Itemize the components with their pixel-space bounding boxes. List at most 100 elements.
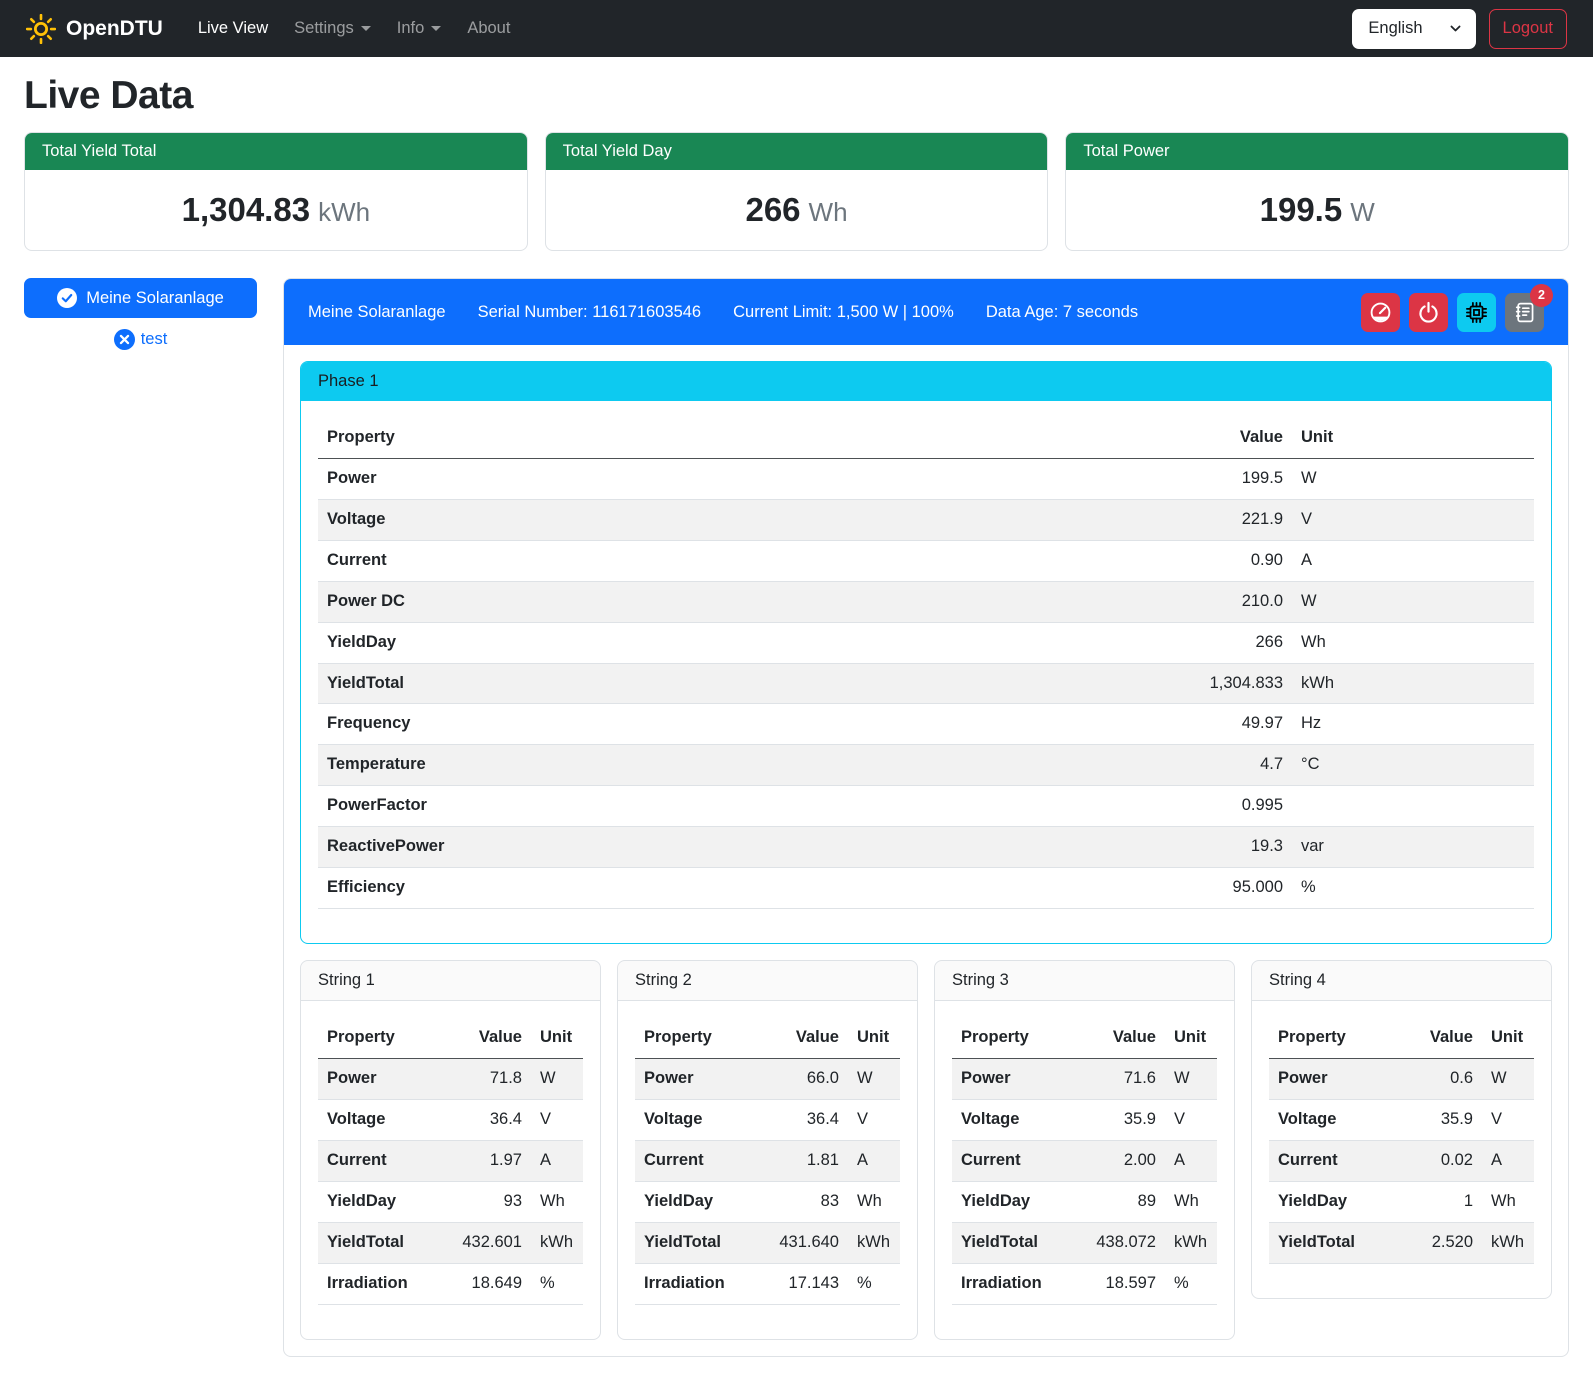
row-unit: var xyxy=(1292,827,1534,868)
table-row: Irradiation 17.143 % xyxy=(635,1263,900,1304)
table-row: Efficiency 95.000 % xyxy=(318,868,1534,909)
row-property: ReactivePower xyxy=(318,827,1170,868)
limit-settings-button[interactable] xyxy=(1361,293,1400,332)
row-property: Voltage xyxy=(1269,1099,1390,1140)
row-unit: V xyxy=(1292,499,1534,540)
inverter-card: Meine Solaranlage Serial Number: 1161716… xyxy=(283,278,1569,1357)
power-button[interactable] xyxy=(1409,293,1448,332)
row-value: 89 xyxy=(1073,1181,1165,1222)
row-value: 18.597 xyxy=(1073,1263,1165,1304)
row-unit: Hz xyxy=(1292,704,1534,745)
table-row: Power 199.5 W xyxy=(318,458,1534,499)
row-property: YieldDay xyxy=(1269,1181,1390,1222)
col-property: Property xyxy=(635,1018,756,1058)
string-2-card: String 2 Property Value Unit xyxy=(617,960,918,1339)
table-row: Current 0.90 A xyxy=(318,540,1534,581)
top-navbar: OpenDTU Live View Settings Info About En… xyxy=(0,0,1593,57)
event-log-button[interactable]: 2 xyxy=(1505,293,1544,332)
col-value: Value xyxy=(1170,418,1292,458)
language-select[interactable]: English xyxy=(1352,9,1475,49)
logout-button[interactable]: Logout xyxy=(1489,9,1567,49)
table-row: YieldDay 93 Wh xyxy=(318,1181,583,1222)
row-value: 2.00 xyxy=(1073,1140,1165,1181)
row-value: 1 xyxy=(1390,1181,1482,1222)
card-body: 199.5W xyxy=(1066,170,1568,250)
table-header-row: Property Value Unit xyxy=(635,1018,900,1058)
journal-icon xyxy=(1513,301,1536,324)
row-unit: kWh xyxy=(848,1222,900,1263)
row-property: Power xyxy=(1269,1058,1390,1099)
col-unit: Unit xyxy=(1165,1018,1217,1058)
col-property: Property xyxy=(318,1018,439,1058)
row-value: 66.0 xyxy=(756,1058,848,1099)
brand-openDTU[interactable]: OpenDTU xyxy=(26,14,163,44)
row-value: 17.143 xyxy=(756,1263,848,1304)
row-value: 36.4 xyxy=(756,1099,848,1140)
nav-item-about[interactable]: About xyxy=(454,11,523,46)
device-info-button[interactable] xyxy=(1457,293,1496,332)
inverter-selected-button[interactable]: Meine Solaranlage xyxy=(24,278,257,318)
row-value: 1.97 xyxy=(439,1140,531,1181)
col-property: Property xyxy=(952,1018,1073,1058)
row-unit: kWh xyxy=(1165,1222,1217,1263)
row-property: YieldDay xyxy=(318,1181,439,1222)
table-header-row: Property Value Unit xyxy=(318,1018,583,1058)
phase-1-header: Phase 1 xyxy=(301,362,1551,401)
sun-icon xyxy=(26,14,56,44)
table-row: YieldDay 89 Wh xyxy=(952,1181,1217,1222)
row-value: 2.520 xyxy=(1390,1222,1482,1263)
row-unit: % xyxy=(1292,868,1534,909)
row-value: 199.5 xyxy=(1170,458,1292,499)
row-unit: A xyxy=(848,1140,900,1181)
row-value: 0.02 xyxy=(1390,1140,1482,1181)
row-property: Voltage xyxy=(318,1099,439,1140)
total-yield-day-unit: Wh xyxy=(809,197,848,227)
table-row: Temperature 4.7 °C xyxy=(318,745,1534,786)
row-value: 432.601 xyxy=(439,1222,531,1263)
col-property: Property xyxy=(318,418,1170,458)
row-property: PowerFactor xyxy=(318,786,1170,827)
total-yield-day-value: 266 xyxy=(745,191,800,228)
table-row: Frequency 49.97 Hz xyxy=(318,704,1534,745)
row-value: 95.000 xyxy=(1170,868,1292,909)
row-value: 35.9 xyxy=(1073,1099,1165,1140)
row-value: 49.97 xyxy=(1170,704,1292,745)
table-row: Power 0.6 W xyxy=(1269,1058,1534,1099)
nav-item-info[interactable]: Info xyxy=(384,11,455,46)
row-unit: W xyxy=(1165,1058,1217,1099)
row-property: YieldTotal xyxy=(952,1222,1073,1263)
card-header: Total Yield Total xyxy=(25,133,527,170)
row-unit: V xyxy=(531,1099,583,1140)
table-header-row: Property Value Unit xyxy=(318,418,1534,458)
string-1-title: String 1 xyxy=(301,961,600,1001)
table-row: Voltage 36.4 V xyxy=(318,1099,583,1140)
row-property: Power xyxy=(318,1058,439,1099)
inverter-card-body: Phase 1 Property Value Unit xyxy=(284,345,1568,1356)
inverter-serial: Serial Number: 116171603546 xyxy=(478,303,702,322)
card-total-yield-total: Total Yield Total 1,304.83kWh xyxy=(24,132,528,251)
row-value: 71.8 xyxy=(439,1058,531,1099)
nav-item-live-view[interactable]: Live View xyxy=(185,11,281,46)
total-yield-total-value: 1,304.83 xyxy=(182,191,310,228)
row-unit: W xyxy=(531,1058,583,1099)
table-header-row: Property Value Unit xyxy=(1269,1018,1534,1058)
string-4-title: String 4 xyxy=(1252,961,1551,1001)
row-property: Voltage xyxy=(318,499,1170,540)
row-value: 210.0 xyxy=(1170,581,1292,622)
row-property: Frequency xyxy=(318,704,1170,745)
table-row: Voltage 36.4 V xyxy=(635,1099,900,1140)
row-property: Current xyxy=(1269,1140,1390,1181)
inverter-item-test[interactable]: test xyxy=(24,329,257,350)
table-row: Voltage 35.9 V xyxy=(952,1099,1217,1140)
gauge-icon xyxy=(1369,301,1392,324)
check-circle-icon xyxy=(57,288,77,308)
table-header-row: Property Value Unit xyxy=(952,1018,1217,1058)
row-property: Temperature xyxy=(318,745,1170,786)
col-unit: Unit xyxy=(848,1018,900,1058)
col-value: Value xyxy=(1390,1018,1482,1058)
nav-item-settings[interactable]: Settings xyxy=(281,11,384,46)
row-value: 36.4 xyxy=(439,1099,531,1140)
table-row: Irradiation 18.649 % xyxy=(318,1263,583,1304)
col-unit: Unit xyxy=(1482,1018,1534,1058)
string-3-title: String 3 xyxy=(935,961,1234,1001)
